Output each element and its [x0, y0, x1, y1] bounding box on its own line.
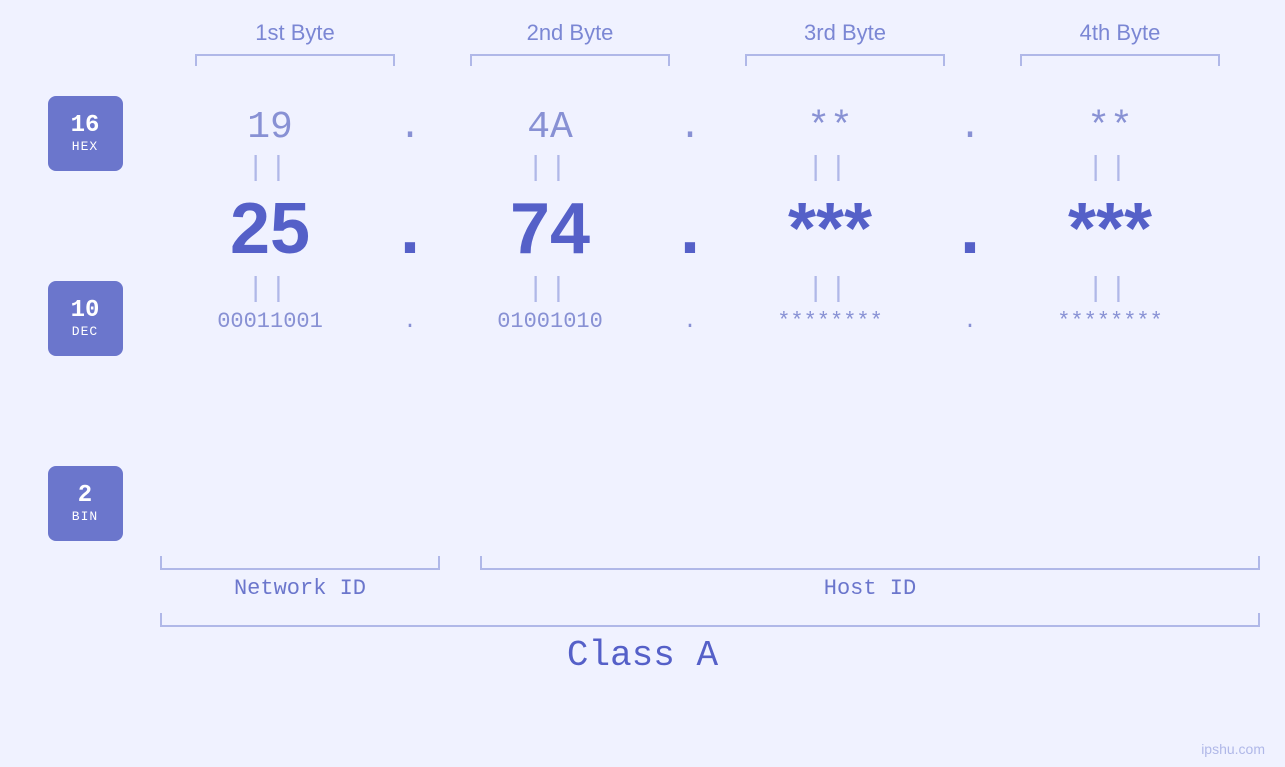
- class-bracket: [160, 613, 1260, 627]
- header-brackets: [158, 54, 1258, 66]
- hex-dot-2: .: [670, 106, 710, 149]
- eq2-b1: ||: [150, 274, 390, 305]
- bin-row: 00011001 . 01001010 . ******** .: [130, 309, 1285, 334]
- bin-badge-number: 2: [78, 483, 92, 509]
- col-header-2: 2nd Byte: [450, 20, 690, 46]
- equals-row-1: || || || ||: [130, 149, 1285, 188]
- network-id-label: Network ID: [160, 576, 440, 601]
- bin-badge: 2 BIN: [48, 466, 123, 541]
- eq2-b2: ||: [430, 274, 670, 305]
- eq1-b3: ||: [710, 153, 950, 184]
- dec-badge: 10 DEC: [48, 281, 123, 356]
- bracket-1: [195, 54, 395, 66]
- main-container: 1st Byte 2nd Byte 3rd Byte 4th Byte 16 H…: [0, 0, 1285, 767]
- column-headers: 1st Byte 2nd Byte 3rd Byte 4th Byte: [158, 20, 1258, 46]
- bracket-2: [470, 54, 670, 66]
- host-id-bracket: [480, 556, 1260, 570]
- col-header-3: 3rd Byte: [725, 20, 965, 46]
- dec-b3: ***: [710, 188, 950, 270]
- host-id-label: Host ID: [480, 576, 1260, 601]
- eq1-b2: ||: [430, 153, 670, 184]
- dec-b1: 25: [150, 188, 390, 270]
- dec-b2: 74: [430, 188, 670, 270]
- dec-b4: ***: [990, 188, 1230, 270]
- network-id-bracket: [160, 556, 440, 570]
- eq1-b4: ||: [990, 153, 1230, 184]
- hex-dot-1: .: [390, 106, 430, 149]
- hex-b1: 19: [150, 106, 390, 149]
- dec-dot-1: .: [390, 188, 430, 270]
- bin-dot-1: .: [390, 309, 430, 334]
- hex-b3: **: [710, 106, 950, 149]
- col-header-4: 4th Byte: [1000, 20, 1240, 46]
- id-labels: Network ID Host ID: [160, 576, 1260, 601]
- bracket-4: [1020, 54, 1220, 66]
- equals-row-2: || || || ||: [130, 270, 1285, 309]
- bin-dot-2: .: [670, 309, 710, 334]
- bin-badge-label: BIN: [72, 510, 98, 524]
- main-content: 16 HEX 10 DEC 2 BIN 19 .: [0, 96, 1285, 541]
- hex-badge: 16 HEX: [48, 96, 123, 171]
- dec-badge-number: 10: [71, 298, 100, 324]
- id-brackets: [160, 556, 1260, 570]
- hex-row: 19 . 4A . ** . **: [130, 106, 1285, 149]
- values-grid: 19 . 4A . ** . **: [130, 96, 1285, 541]
- hex-b4: **: [990, 106, 1230, 149]
- dec-dot-3: .: [950, 188, 990, 270]
- hex-badge-number: 16: [71, 113, 100, 139]
- bin-dot-3: .: [950, 309, 990, 334]
- hex-dot-3: .: [950, 106, 990, 149]
- class-label: Class A: [0, 635, 1285, 676]
- bin-b1: 00011001: [150, 309, 390, 334]
- hex-badge-label: HEX: [72, 140, 98, 154]
- eq2-b3: ||: [710, 274, 950, 305]
- bottom-section: Network ID Host ID Class A: [0, 556, 1285, 676]
- dec-badge-label: DEC: [72, 325, 98, 339]
- eq2-b4: ||: [990, 274, 1230, 305]
- dec-dot-2: .: [670, 188, 710, 270]
- bracket-3: [745, 54, 945, 66]
- bin-b4: ********: [990, 309, 1230, 334]
- col-header-1: 1st Byte: [175, 20, 415, 46]
- eq1-b1: ||: [150, 153, 390, 184]
- watermark: ipshu.com: [1201, 741, 1265, 757]
- badges-column: 16 HEX 10 DEC 2 BIN: [0, 96, 130, 541]
- bin-b3: ********: [710, 309, 950, 334]
- bin-b2: 01001010: [430, 309, 670, 334]
- hex-b2: 4A: [430, 106, 670, 149]
- dec-row: 25 . 74 . *** . ***: [130, 188, 1285, 270]
